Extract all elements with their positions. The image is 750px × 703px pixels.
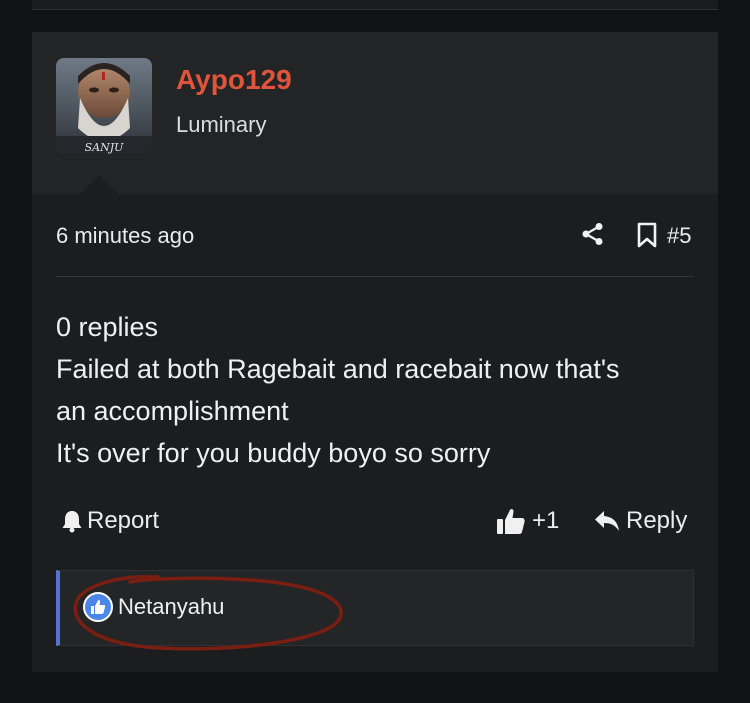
bookmark-icon[interactable] (636, 222, 658, 248)
user-title: Luminary (176, 112, 267, 137)
user-header: SANJU Aypo129 Luminary (32, 32, 718, 194)
reply-label: Reply (626, 507, 688, 534)
thumbs-up-icon (497, 508, 525, 534)
reply-button[interactable]: Reply (594, 507, 687, 535)
post-body-line: Failed at both Ragebait and racebait now… (56, 354, 620, 384)
reactions-bar[interactable]: Netanyahu (56, 570, 694, 646)
divider (56, 276, 694, 277)
post-body-line: 0 replies (56, 312, 159, 342)
header-pointer-arrow (80, 175, 118, 194)
like-button[interactable]: +1 (496, 507, 559, 535)
reactor-name[interactable]: Netanyahu (118, 594, 224, 620)
username[interactable]: Aypo129 (176, 64, 292, 96)
post-body-line: an accomplishment (56, 396, 289, 426)
post-body-line: It's over for you buddy boyo so sorry (56, 438, 491, 468)
forum-post: SANJU Aypo129 Luminary 6 minutes ago #5 … (32, 32, 718, 672)
report-button[interactable]: Report (61, 507, 159, 535)
post-body: 0 replies Failed at both Ragebait and ra… (56, 306, 706, 474)
like-count: +1 (532, 507, 560, 534)
avatar[interactable]: SANJU (56, 58, 152, 154)
bell-icon (62, 511, 82, 533)
post-meta: 6 minutes ago #5 (56, 218, 694, 254)
post-actions: Report +1 Reply (56, 502, 694, 542)
report-label: Report (87, 507, 160, 534)
previous-post-edge (32, 0, 718, 10)
thumbs-up-icon (83, 592, 113, 622)
post-timestamp[interactable]: 6 minutes ago (56, 223, 194, 249)
post-number-link[interactable]: #5 (667, 223, 691, 249)
reply-arrow-icon (595, 511, 619, 531)
share-icon[interactable] (581, 222, 605, 246)
avatar-image: SANJU (56, 58, 152, 154)
avatar-caption: SANJU (85, 141, 125, 154)
